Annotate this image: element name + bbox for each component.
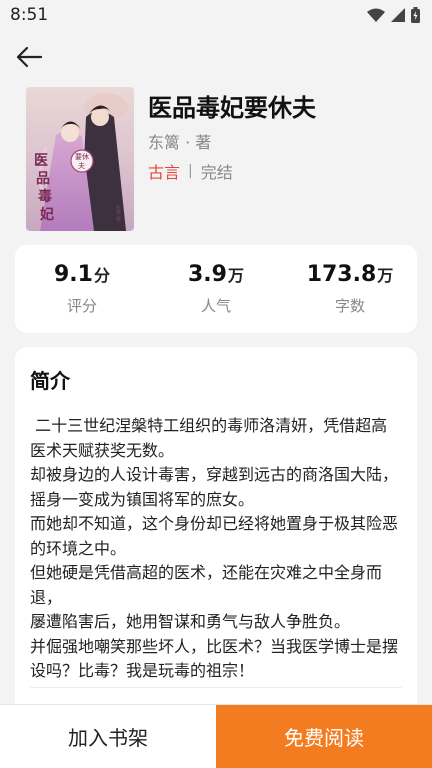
stat-popularity: 3.9万 人气	[151, 262, 281, 316]
svg-text:品: 品	[36, 171, 50, 187]
svg-text:医: 医	[34, 153, 48, 169]
stat-wordcount-value-line: 173.8万	[285, 262, 415, 287]
intro-divider	[30, 687, 402, 688]
book-tags: 古言 | 完结	[148, 159, 233, 183]
svg-text:妃: 妃	[40, 206, 54, 223]
stat-wordcount-label: 字数	[334, 297, 365, 315]
status-icons	[367, 7, 420, 23]
add-to-shelf-button[interactable]: 加入书架	[0, 705, 216, 768]
battery-icon	[411, 7, 420, 23]
stats-card: 9.1分 评分 3.9万 人气 173.8万 字数	[15, 245, 417, 333]
stat-wordcount-unit: 万	[377, 266, 394, 285]
genre-tag[interactable]: 古言	[148, 159, 180, 183]
intro-title: 简介	[30, 369, 70, 393]
status-bar: 8:51	[0, 0, 432, 30]
stat-popularity-unit: 万	[227, 266, 244, 285]
stat-popularity-value: 3.9	[188, 262, 227, 287]
stat-popularity-value-line: 3.9万	[151, 262, 281, 287]
stat-rating-label: 评分	[66, 297, 97, 315]
svg-text:东篱 著: 东篱 著	[115, 204, 121, 223]
stat-rating-unit: 分	[93, 266, 110, 285]
book-title: 医品毒妃要休夫	[148, 94, 316, 122]
book-author: 东篱 · 著	[148, 133, 212, 152]
status-tag: 完结	[200, 163, 233, 182]
back-button[interactable]	[12, 40, 46, 74]
signal-icon	[391, 8, 405, 22]
status-time: 8:51	[10, 5, 49, 25]
book-cover-art: 医 品 毒 妃 要休 夫 东篱 著	[26, 87, 134, 231]
stat-rating-value-line: 9.1分	[17, 262, 147, 287]
stat-wordcount-value: 173.8	[306, 262, 377, 287]
bottom-action-bar: 加入书架 免费阅读	[0, 704, 432, 768]
book-cover[interactable]: 医 品 毒 妃 要休 夫 东篱 著	[26, 87, 134, 231]
stat-rating-value: 9.1	[54, 262, 93, 287]
arrow-left-icon	[16, 46, 43, 68]
stat-popularity-label: 人气	[200, 297, 231, 315]
svg-text:要休: 要休	[75, 152, 89, 161]
free-read-button[interactable]: 免费阅读	[216, 705, 432, 768]
intro-text: 二十三世纪涅槃特工组织的毒师洛清妍，凭借超高医术天赋获奖无数。 却被身边的人设计…	[30, 416, 399, 680]
wifi-icon	[367, 8, 385, 22]
stat-wordcount: 173.8万 字数	[285, 262, 415, 316]
svg-text:夫: 夫	[78, 161, 85, 170]
tag-separator: |	[188, 163, 193, 179]
stat-rating: 9.1分 评分	[17, 262, 147, 316]
intro-card: 简介 二十三世纪涅槃特工组织的毒师洛清妍，凭借超高医术天赋获奖无数。 却被身边的…	[15, 347, 417, 747]
svg-text:毒: 毒	[38, 188, 52, 205]
